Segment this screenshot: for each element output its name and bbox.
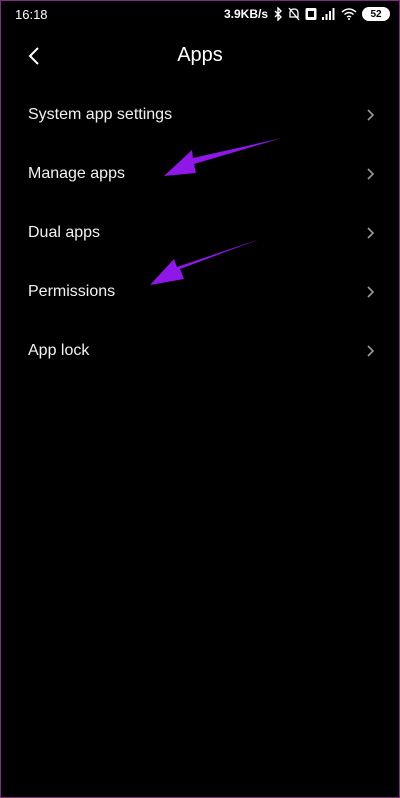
- status-bar: 16:18 3.9KB/s 52: [0, 0, 400, 28]
- chevron-right-icon: [366, 167, 375, 181]
- menu-item-label: Dual apps: [28, 223, 101, 241]
- menu-item-label: System app settings: [28, 105, 173, 123]
- menu-item-label: App lock: [28, 341, 90, 359]
- chevron-right-icon: [366, 108, 375, 122]
- menu-item-label: Permissions: [28, 282, 116, 300]
- status-icons: 3.9KB/s 52: [224, 7, 390, 21]
- volte-icon: [305, 7, 317, 21]
- chevron-right-icon: [366, 226, 375, 240]
- status-time: 16:18: [15, 6, 48, 22]
- bluetooth-icon: [273, 7, 283, 21]
- battery-icon: 52: [362, 7, 390, 21]
- app-header: Apps: [0, 36, 400, 76]
- menu-item-label: Manage apps: [28, 164, 125, 182]
- page-title: Apps: [177, 44, 223, 66]
- chevron-right-icon: [366, 344, 375, 358]
- chevron-right-icon: [366, 285, 375, 299]
- mute-icon: [288, 7, 300, 21]
- annotation-arrow-manage-apps: [164, 138, 282, 176]
- wifi-icon: [341, 8, 357, 20]
- menu-item-app-lock[interactable]: App lock: [0, 321, 400, 380]
- signal-icon: [322, 8, 336, 20]
- network-speed: 3.9KB/s: [223, 7, 268, 21]
- annotation-arrow-permissions: [150, 239, 260, 285]
